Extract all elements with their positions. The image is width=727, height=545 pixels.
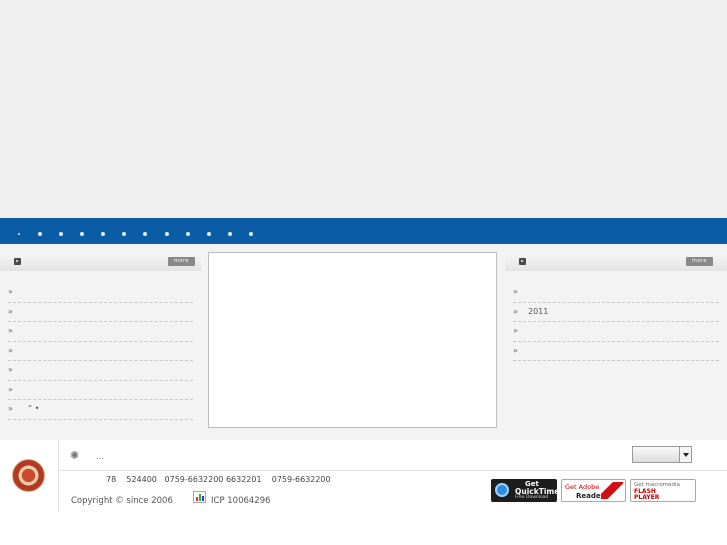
flash-player-badge[interactable]: Get macromedia FLASH PLAYER — [630, 479, 696, 502]
nav-item-9[interactable] — [186, 232, 190, 236]
list-item[interactable]: » — [8, 322, 193, 342]
copyright-text: Copyright © since 2006 — [71, 496, 173, 506]
icp-license[interactable]: ICP 10064296 — [211, 496, 271, 506]
list-item[interactable]: » — [513, 322, 719, 342]
pdf-icon — [601, 482, 623, 499]
double-chevron-icon: » — [8, 384, 13, 394]
double-chevron-icon: » — [8, 287, 13, 296]
loading-spinner-icon: ✺ — [70, 449, 80, 462]
nav-item-12[interactable] — [249, 232, 253, 236]
nav-item-1[interactable] — [18, 233, 20, 235]
list-item[interactable]: » — [8, 381, 193, 400]
quicktime-download-badge[interactable]: Get QuickTime Free Download — [491, 479, 559, 502]
arrow-bullet-icon — [14, 258, 21, 265]
right-panel-header: more — [505, 252, 727, 271]
marquee-text: ... — [96, 452, 104, 461]
arrow-bullet-icon — [519, 258, 526, 265]
nav-item-7[interactable] — [143, 232, 147, 236]
double-chevron-icon: » — [513, 326, 518, 335]
list-item[interactable]: » — [8, 342, 193, 361]
list-item-text[interactable]: 2011 — [528, 307, 548, 316]
quicktime-icon — [495, 483, 509, 497]
left-news-list: » » » » » » » “ • — [0, 283, 201, 420]
right-news-list: » » 2011 » » — [505, 283, 727, 361]
main-nav — [0, 218, 727, 244]
left-more-button[interactable]: more — [168, 257, 195, 266]
double-chevron-icon: » — [8, 306, 13, 316]
content-area: more » » » » » » » “ • more » » 2011 » » — [0, 244, 727, 440]
nav-item-3[interactable] — [59, 232, 63, 236]
list-item[interactable]: » — [513, 283, 719, 303]
chevron-down-icon[interactable] — [679, 447, 691, 462]
list-item[interactable]: » 2011 — [513, 303, 719, 322]
school-seal-logo — [12, 459, 45, 492]
nav-item-8[interactable] — [165, 232, 169, 236]
double-chevron-icon: » — [8, 326, 13, 335]
nav-item-11[interactable] — [228, 232, 232, 236]
contact-info: 78 524400 0759-6632200 6632201 0759-6632… — [106, 475, 331, 484]
badge-text-line: PLAYER — [634, 494, 660, 501]
top-banner — [0, 0, 727, 218]
double-chevron-icon: » — [513, 287, 518, 296]
nav-item-10[interactable] — [207, 232, 211, 236]
badge-text: Free Download — [515, 495, 549, 500]
right-more-button[interactable]: more — [686, 257, 713, 266]
left-panel-header: more — [0, 252, 201, 271]
double-chevron-icon: » — [8, 365, 13, 374]
list-item-text[interactable]: “ • — [28, 404, 39, 413]
double-chevron-icon: » — [8, 345, 13, 355]
list-item[interactable]: » — [8, 361, 193, 381]
right-news-panel: more » » 2011 » » — [505, 252, 727, 361]
footer: ✺ ... 78 524400 0759-6632200 6632201 075… — [0, 440, 727, 545]
nav-item-4[interactable] — [80, 232, 84, 236]
nav-item-5[interactable] — [101, 232, 105, 236]
list-item[interactable]: » — [8, 283, 193, 303]
links-select[interactable] — [632, 446, 692, 463]
list-item[interactable]: » — [513, 342, 719, 361]
center-media-frame — [208, 252, 497, 428]
double-chevron-icon: » — [8, 404, 13, 413]
badge-text: Reader — [576, 492, 605, 500]
left-news-panel: more » » » » » » » “ • — [0, 252, 201, 420]
footer-vertical-divider — [58, 440, 59, 512]
badge-text: FLASH PLAYER — [634, 489, 659, 501]
footer-horizontal-divider — [59, 470, 727, 471]
adobe-reader-badge[interactable]: Get Adobe Reader — [561, 479, 626, 502]
nav-item-2[interactable] — [38, 232, 42, 236]
list-item[interactable]: » “ • — [8, 400, 193, 420]
list-item[interactable]: » — [8, 303, 193, 322]
stats-chart-icon[interactable] — [193, 491, 206, 503]
badge-text: Get Adobe — [565, 483, 600, 491]
double-chevron-icon: » — [513, 306, 518, 316]
nav-item-6[interactable] — [122, 232, 126, 236]
double-chevron-icon: » — [513, 345, 518, 355]
